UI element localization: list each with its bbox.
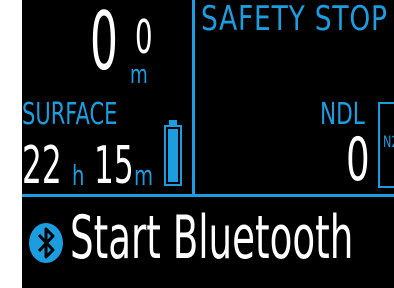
- ndl-value: 0: [346, 125, 370, 195]
- start-bluetooth-button[interactable]: Start Bluetooth: [70, 208, 353, 268]
- surface-label: SURFACE: [22, 97, 118, 132]
- surface-time-hours-unit: h: [72, 159, 85, 192]
- surface-time-minutes: 15: [94, 136, 134, 196]
- depth-decimal: 0: [135, 10, 153, 64]
- dive-computer-screen: 0 0 m SURFACE 22 h 15 m SAFETY STOP NDL …: [22, 0, 394, 288]
- safety-stop-label: SAFETY STOP: [201, 0, 388, 39]
- surface-time-hours: 22: [22, 136, 62, 196]
- surface-time-minutes-unit: m: [134, 159, 154, 192]
- depth-unit: m: [130, 60, 148, 90]
- bluetooth-icon[interactable]: [28, 222, 64, 264]
- horizontal-divider: [22, 194, 394, 197]
- battery-icon: [164, 120, 182, 186]
- n2-label: N2: [383, 132, 394, 151]
- depth-integer: 0: [90, 0, 118, 88]
- vertical-divider: [192, 0, 195, 196]
- n2-tissue-indicator: N2: [378, 102, 394, 188]
